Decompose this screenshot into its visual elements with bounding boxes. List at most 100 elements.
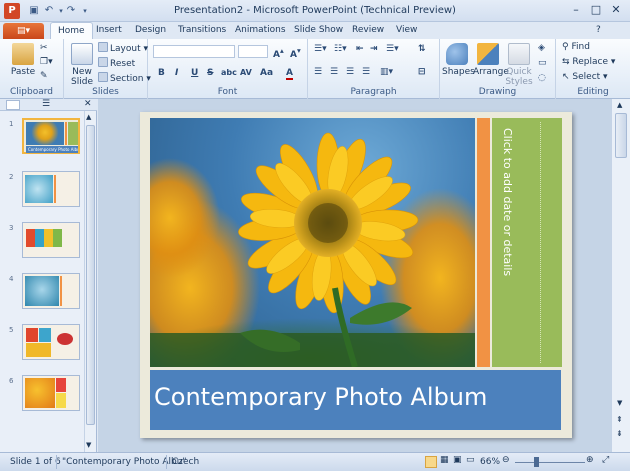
replace-button[interactable]: ⇆ Replace ▾	[562, 57, 615, 67]
tab-design[interactable]: Design	[135, 25, 166, 35]
scroll-up-icon[interactable]: ▲	[617, 101, 622, 109]
outline-tab-icon[interactable]: ☰	[42, 99, 50, 109]
tab-animations[interactable]: Animations	[235, 25, 286, 35]
slide-sorter-icon[interactable]: ▦	[440, 455, 449, 465]
slide-title[interactable]: Contemporary Photo Album	[154, 383, 487, 411]
new-slide-button[interactable]: New Slide	[68, 43, 96, 87]
font-size-dropdown[interactable]	[238, 45, 268, 58]
thumbnail-orange-bar	[60, 276, 62, 306]
numbering-icon[interactable]: ☷▾	[334, 44, 347, 54]
previous-slide-icon[interactable]: ⇞	[616, 415, 623, 424]
scroll-thumb[interactable]	[86, 125, 95, 425]
normal-view-icon[interactable]	[425, 456, 437, 468]
align-text-icon[interactable]: ⊟	[418, 67, 426, 77]
italic-button[interactable]: I	[175, 68, 178, 78]
close-pane-icon[interactable]: ✕	[84, 99, 92, 109]
select-button[interactable]: ↖ Select ▾	[562, 72, 608, 82]
strikethrough-button[interactable]: S	[207, 68, 213, 78]
shapes-button[interactable]: Shapes	[442, 43, 475, 77]
slide-thumbnail-4[interactable]	[22, 273, 80, 309]
slide-show-icon[interactable]: ▭	[466, 455, 475, 465]
font-name-dropdown[interactable]	[153, 45, 235, 58]
scroll-thumb[interactable]	[615, 113, 627, 158]
justify-icon[interactable]: ☰	[362, 67, 370, 77]
align-right-icon[interactable]: ☰	[346, 67, 354, 77]
underline-button[interactable]: U	[191, 68, 198, 78]
character-spacing-button[interactable]: AV	[240, 68, 252, 77]
paste-button[interactable]: Paste	[10, 43, 36, 77]
bullets-icon[interactable]: ☰▾	[314, 44, 327, 54]
slides-pane-scrollbar[interactable]: ▲ ▼	[84, 111, 96, 452]
arrange-button[interactable]: Arrange	[473, 43, 509, 77]
tab-slide-show[interactable]: Slide Show	[294, 25, 343, 35]
decrease-indent-icon[interactable]: ⇤	[356, 44, 364, 54]
window-title: Presentation2 - Microsoft PowerPoint (Te…	[174, 5, 456, 16]
help-icon[interactable]: ?	[596, 25, 601, 35]
tab-insert[interactable]: Insert	[96, 25, 122, 35]
zoom-in-icon[interactable]: ⊕	[586, 455, 594, 465]
sunflower-photo[interactable]	[150, 118, 475, 367]
find-button[interactable]: ⚲ Find	[562, 42, 590, 52]
scroll-up-icon[interactable]: ▲	[86, 113, 91, 121]
minimize-button[interactable]: –	[566, 2, 586, 18]
file-tab[interactable]: ▤▾	[3, 23, 44, 39]
theme-name[interactable]: "Contemporary Photo Albu"	[62, 457, 187, 467]
language-indicator[interactable]: Czech	[172, 457, 199, 467]
paragraph-group-label: Paragraph	[350, 87, 397, 97]
increase-indent-icon[interactable]: ⇥	[370, 44, 378, 54]
shapes-label: Shapes	[442, 67, 475, 77]
next-slide-icon[interactable]: ⇟	[616, 429, 623, 438]
maximize-button[interactable]: □	[586, 2, 606, 18]
bold-button[interactable]: B	[158, 68, 165, 78]
tab-view[interactable]: View	[396, 25, 417, 35]
text-direction-icon[interactable]: ⇅	[418, 44, 426, 54]
shape-effects-icon[interactable]: ◌	[538, 73, 546, 83]
slides-tab-icon[interactable]	[6, 100, 20, 110]
tab-home[interactable]: Home	[50, 22, 93, 40]
shrink-font-icon[interactable]: A▾	[290, 46, 301, 60]
shape-outline-icon[interactable]: ▭	[538, 58, 547, 68]
zoom-slider[interactable]	[515, 462, 585, 463]
align-left-icon[interactable]: ☰	[314, 67, 322, 77]
section-button[interactable]: Section ▾	[98, 72, 151, 84]
reset-button[interactable]: Reset	[98, 57, 135, 69]
font-group-label: Font	[217, 87, 238, 97]
scroll-down-icon[interactable]: ▼	[617, 399, 622, 407]
columns-icon[interactable]: ▥▾	[380, 67, 393, 77]
shape-fill-icon[interactable]: ◈	[538, 43, 545, 53]
slide-thumbnail-5[interactable]	[22, 324, 80, 360]
section-label: Section	[110, 74, 144, 84]
paste-icon	[12, 43, 34, 65]
reading-view-icon[interactable]: ▣	[453, 455, 462, 465]
line-spacing-icon[interactable]: ☰▾	[386, 44, 399, 54]
slide-thumbnail-3[interactable]	[22, 222, 80, 258]
thumbnail-orange-bar	[54, 175, 56, 203]
close-button[interactable]: ✕	[606, 2, 626, 18]
fit-to-window-icon[interactable]: ⤢	[602, 455, 609, 465]
slide-thumbnail-6[interactable]	[22, 375, 80, 411]
text-shadow-button[interactable]: abc	[221, 68, 237, 77]
file-tab-icon: ▤▾	[16, 26, 31, 36]
slide-thumbnail-1[interactable]: Contemporary Photo Album	[22, 118, 80, 154]
copy-icon[interactable]: ❐▾	[40, 57, 53, 67]
zoom-out-icon[interactable]: ⊖	[502, 455, 510, 465]
layout-button[interactable]: Layout ▾	[98, 42, 148, 54]
grow-font-icon[interactable]: A▴	[273, 46, 284, 60]
current-slide[interactable]: Click to add date or details Contemporar…	[140, 112, 572, 438]
zoom-slider-thumb[interactable]	[534, 457, 539, 467]
zoom-level[interactable]: 66%	[480, 457, 500, 467]
cut-icon[interactable]: ✂	[40, 43, 48, 53]
date-placeholder[interactable]: Click to add date or details	[492, 118, 514, 367]
tab-review[interactable]: Review	[352, 25, 384, 35]
paste-label: Paste	[10, 67, 36, 77]
quick-styles-button[interactable]: Quick Styles	[504, 43, 534, 87]
format-painter-icon[interactable]: ✎	[40, 71, 48, 81]
slide-scrollbar[interactable]: ▲ ▼ ⇞ ⇟	[611, 99, 630, 452]
tab-transitions[interactable]: Transitions	[178, 25, 226, 35]
select-icon: ↖	[562, 72, 570, 82]
scroll-down-icon[interactable]: ▼	[86, 441, 91, 449]
slide-thumbnail-2[interactable]	[22, 171, 80, 207]
align-center-icon[interactable]: ☰	[330, 67, 338, 77]
font-color-button[interactable]: A	[286, 68, 293, 80]
change-case-button[interactable]: Aa	[260, 68, 273, 78]
